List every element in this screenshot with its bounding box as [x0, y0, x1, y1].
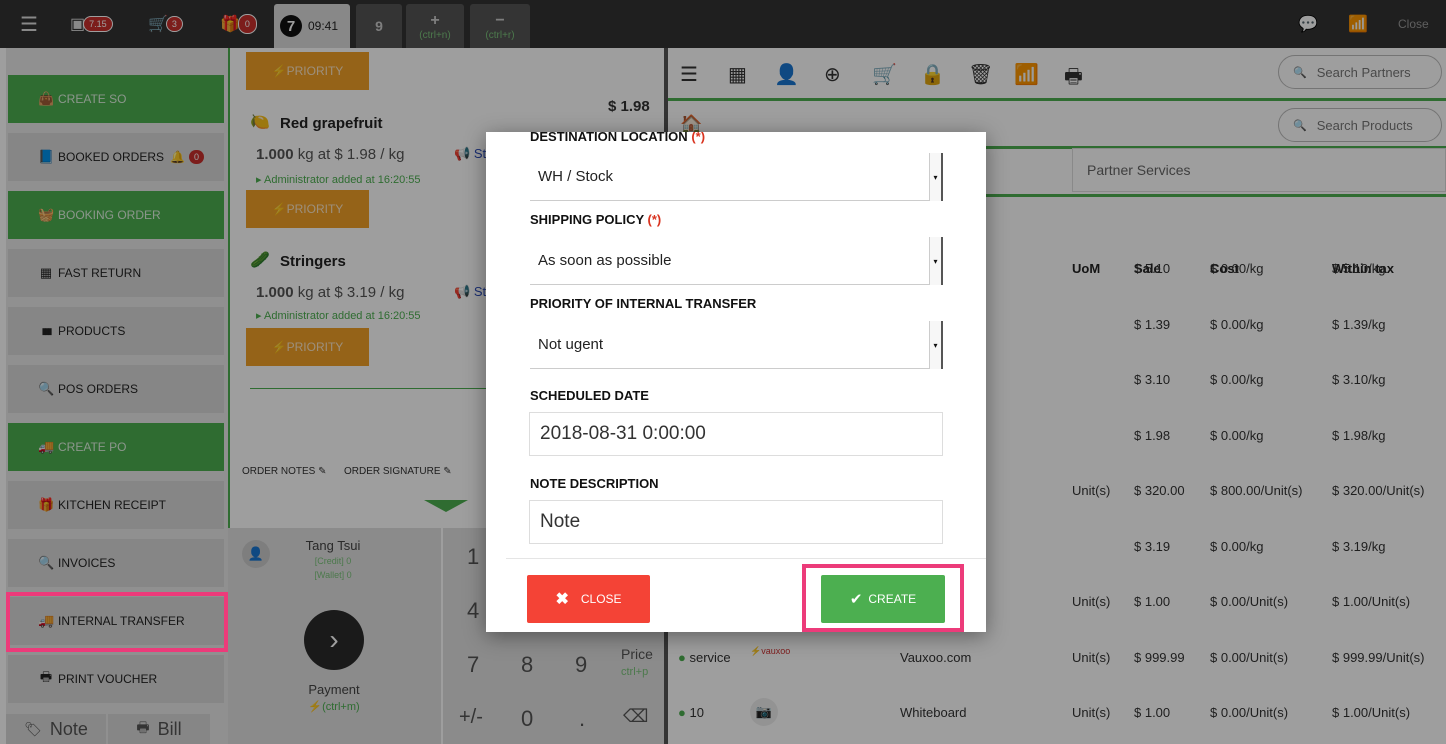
- shipping-policy-select[interactable]: As soon as possible ▾: [530, 237, 943, 285]
- scheduled-date-label: SCHEDULED DATE: [530, 388, 649, 403]
- highlight-create-button: [802, 564, 964, 632]
- scheduled-date-input[interactable]: 2018-08-31 0:00:00: [529, 412, 943, 456]
- shipping-policy-label: SHIPPING POLICY (*): [530, 212, 662, 227]
- chevron-down-icon: ▾: [929, 321, 943, 369]
- note-description-input[interactable]: Note: [529, 500, 943, 544]
- internal-transfer-dialog: DESTINATION LOCATION (*) WH / Stock ▾ SH…: [486, 132, 986, 632]
- highlight-internal-transfer: [6, 592, 228, 652]
- chevron-down-icon: ▾: [929, 237, 943, 285]
- chevron-down-icon: ▾: [929, 153, 943, 201]
- destination-select[interactable]: WH / Stock ▾: [530, 153, 943, 201]
- close-button[interactable]: ✖ CLOSE: [527, 575, 650, 623]
- close-icon: ✖: [555, 591, 569, 608]
- priority-select[interactable]: Not ugent ▾: [530, 321, 943, 369]
- note-description-label: NOTE DESCRIPTION: [530, 476, 659, 491]
- divider: [506, 558, 986, 559]
- pos-screen: ☰ ▣ 7.15 🛒 3 🎁 0 7 09:41 9 + (ctrl+n) − …: [0, 0, 1446, 744]
- priority-label: PRIORITY OF INTERNAL TRANSFER: [530, 296, 757, 311]
- destination-label: DESTINATION LOCATION (*): [530, 132, 706, 144]
